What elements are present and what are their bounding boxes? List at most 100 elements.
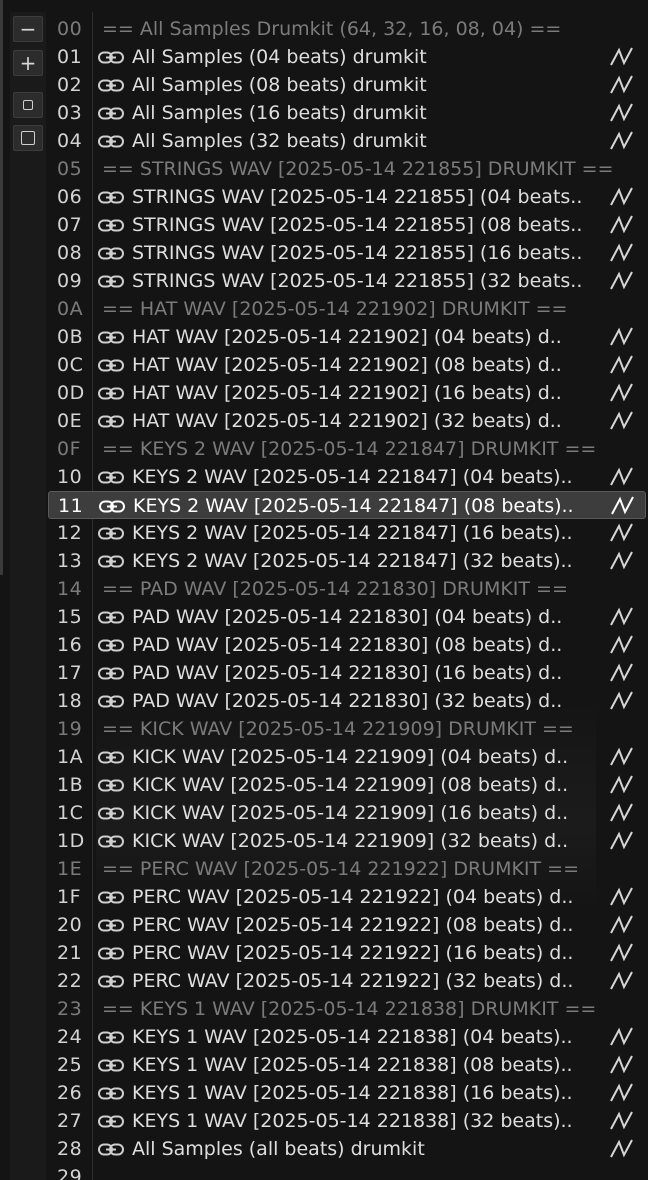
waveform-icon[interactable] bbox=[609, 634, 635, 656]
link-icon bbox=[98, 51, 124, 64]
expand-button[interactable]: + bbox=[13, 50, 43, 76]
waveform-icon[interactable] bbox=[609, 242, 635, 264]
sample-row[interactable]: 21 PERC WAV [2025-05-14 221922] (16 beats… bbox=[48, 939, 646, 967]
row-number: 06 bbox=[57, 186, 83, 208]
sample-row[interactable]: 27 KEYS 1 WAV [2025-05-14 221838] (32 bea… bbox=[48, 1107, 646, 1135]
waveform-icon[interactable] bbox=[609, 914, 635, 936]
group-header-row[interactable]: 14 == PAD WAV [2025-05-14 221830] DRUMKIT… bbox=[48, 575, 646, 603]
sample-row[interactable]: 15 PAD WAV [2025-05-14 221830] (04 beats)… bbox=[48, 603, 646, 631]
group-header-row[interactable]: 19 == KICK WAV [2025-05-14 221909] DRUMKI… bbox=[48, 715, 646, 743]
waveform-icon[interactable] bbox=[609, 354, 635, 376]
row-number: 0F bbox=[57, 438, 82, 460]
waveform-icon[interactable] bbox=[609, 606, 635, 628]
waveform-icon[interactable] bbox=[609, 1054, 635, 1076]
waveform-icon[interactable] bbox=[609, 186, 635, 208]
row-number: 27 bbox=[57, 1110, 83, 1132]
waveform-icon[interactable] bbox=[609, 270, 635, 292]
sample-label: KEYS 2 WAV [2025-05-14 221847] (04 beats… bbox=[132, 466, 573, 488]
group-header-row[interactable]: 0F == KEYS 2 WAV [2025-05-14 221847] DRUM… bbox=[48, 435, 646, 463]
group-header-row[interactable]: 0A == HAT WAV [2025-05-14 221902] DRUMKIT… bbox=[48, 295, 646, 323]
sample-row[interactable]: 25 KEYS 1 WAV [2025-05-14 221838] (08 bea… bbox=[48, 1051, 646, 1079]
sample-row[interactable]: 01 All Samples (04 beats) drumkit bbox=[48, 43, 646, 71]
link-icon bbox=[98, 275, 124, 288]
sample-row[interactable]: 03 All Samples (16 beats) drumkit bbox=[48, 99, 646, 127]
sample-row[interactable]: 26 KEYS 1 WAV [2025-05-14 221838] (16 bea… bbox=[48, 1079, 646, 1107]
sample-row[interactable]: 1F PERC WAV [2025-05-14 221922] (04 beats… bbox=[48, 883, 646, 911]
sample-row[interactable]: 0D HAT WAV [2025-05-14 221902] (16 beats)… bbox=[48, 379, 646, 407]
waveform-icon[interactable] bbox=[609, 886, 635, 908]
large-view-button[interactable] bbox=[13, 125, 43, 151]
waveform-icon[interactable] bbox=[609, 690, 635, 712]
group-header-row[interactable]: 23 == KEYS 1 WAV [2025-05-14 221838] DRUM… bbox=[48, 995, 646, 1023]
waveform-icon[interactable] bbox=[609, 774, 635, 796]
sample-row[interactable]: 1B KICK WAV [2025-05-14 221909] (08 beats… bbox=[48, 771, 646, 799]
sample-row[interactable]: 0C HAT WAV [2025-05-14 221902] (08 beats)… bbox=[48, 351, 646, 379]
link-icon bbox=[98, 107, 124, 120]
group-header-row[interactable]: 00 == All Samples Drumkit (64, 32, 16, 08… bbox=[48, 15, 646, 43]
collapse-button[interactable]: − bbox=[13, 16, 43, 42]
waveform-icon[interactable] bbox=[609, 466, 635, 488]
waveform-icon[interactable] bbox=[609, 662, 635, 684]
waveform-icon[interactable] bbox=[609, 382, 635, 404]
sample-label: STRINGS WAV [2025-05-14 221855] (04 beat… bbox=[132, 186, 583, 208]
waveform-icon[interactable] bbox=[609, 102, 635, 124]
sample-row[interactable]: 17 PAD WAV [2025-05-14 221830] (16 beats)… bbox=[48, 659, 646, 687]
sample-row[interactable]: 0E HAT WAV [2025-05-14 221902] (32 beats)… bbox=[48, 407, 646, 435]
sample-row[interactable]: 20 PERC WAV [2025-05-14 221922] (08 beats… bbox=[48, 911, 646, 939]
link-icon bbox=[99, 500, 125, 513]
sample-row[interactable]: 16 PAD WAV [2025-05-14 221830] (08 beats)… bbox=[48, 631, 646, 659]
sample-row[interactable]: 02 All Samples (08 beats) drumkit bbox=[48, 71, 646, 99]
waveform-icon[interactable] bbox=[609, 130, 635, 152]
group-header-label: == All Samples Drumkit (64, 32, 16, 08, … bbox=[102, 18, 562, 40]
waveform-icon[interactable] bbox=[609, 970, 635, 992]
sample-row[interactable]: 1D KICK WAV [2025-05-14 221909] (32 beats… bbox=[48, 827, 646, 855]
row-number: 1C bbox=[57, 802, 84, 824]
group-header-row[interactable]: 1E == PERC WAV [2025-05-14 221922] DRUMKI… bbox=[48, 855, 646, 883]
link-icon bbox=[98, 471, 124, 484]
waveform-icon[interactable] bbox=[609, 550, 635, 572]
waveform-icon[interactable] bbox=[609, 326, 635, 348]
sample-row[interactable]: 1C KICK WAV [2025-05-14 221909] (16 beats… bbox=[48, 799, 646, 827]
empty-row[interactable]: 29 bbox=[48, 1163, 646, 1180]
sample-label: KICK WAV [2025-05-14 221909] (04 beats) … bbox=[132, 746, 569, 768]
sample-row[interactable]: 07 STRINGS WAV [2025-05-14 221855] (08 be… bbox=[48, 211, 646, 239]
waveform-icon[interactable] bbox=[610, 495, 636, 517]
sample-row[interactable]: 11 KEYS 2 WAV [2025-05-14 221847] (08 bea… bbox=[48, 491, 646, 519]
waveform-icon[interactable] bbox=[609, 410, 635, 432]
waveform-icon[interactable] bbox=[609, 802, 635, 824]
sample-row[interactable]: 1A KICK WAV [2025-05-14 221909] (04 beats… bbox=[48, 743, 646, 771]
waveform-icon[interactable] bbox=[609, 830, 635, 852]
waveform-icon[interactable] bbox=[609, 1138, 635, 1160]
group-header-row[interactable]: 05 == STRINGS WAV [2025-05-14 221855] DRU… bbox=[48, 155, 646, 183]
plus-icon: + bbox=[19, 51, 37, 75]
sample-label: PAD WAV [2025-05-14 221830] (16 beats) d… bbox=[132, 662, 563, 684]
waveform-icon[interactable] bbox=[609, 214, 635, 236]
link-icon bbox=[98, 639, 124, 652]
waveform-icon[interactable] bbox=[609, 522, 635, 544]
sample-row[interactable]: 18 PAD WAV [2025-05-14 221830] (32 beats)… bbox=[48, 687, 646, 715]
sample-row[interactable]: 22 PERC WAV [2025-05-14 221922] (32 beats… bbox=[48, 967, 646, 995]
sample-row[interactable]: 06 STRINGS WAV [2025-05-14 221855] (04 be… bbox=[48, 183, 646, 211]
row-number: 16 bbox=[57, 634, 83, 656]
link-icon bbox=[98, 527, 124, 540]
sample-row[interactable]: 08 STRINGS WAV [2025-05-14 221855] (16 be… bbox=[48, 239, 646, 267]
waveform-icon[interactable] bbox=[609, 746, 635, 768]
sample-row[interactable]: 0B HAT WAV [2025-05-14 221902] (04 beats)… bbox=[48, 323, 646, 351]
sample-label: PERC WAV [2025-05-14 221922] (16 beats) … bbox=[132, 942, 574, 964]
waveform-icon[interactable] bbox=[609, 46, 635, 68]
link-icon bbox=[98, 555, 124, 568]
sample-row[interactable]: 10 KEYS 2 WAV [2025-05-14 221847] (04 bea… bbox=[48, 463, 646, 491]
waveform-icon[interactable] bbox=[609, 1110, 635, 1132]
waveform-icon[interactable] bbox=[609, 1082, 635, 1104]
sample-row[interactable]: 12 KEYS 2 WAV [2025-05-14 221847] (16 bea… bbox=[48, 519, 646, 547]
waveform-icon[interactable] bbox=[609, 1026, 635, 1048]
waveform-icon[interactable] bbox=[609, 942, 635, 964]
waveform-icon[interactable] bbox=[609, 74, 635, 96]
sample-row[interactable]: 24 KEYS 1 WAV [2025-05-14 221838] (04 bea… bbox=[48, 1023, 646, 1051]
sample-row[interactable]: 04 All Samples (32 beats) drumkit bbox=[48, 127, 646, 155]
small-view-button[interactable] bbox=[13, 92, 43, 118]
row-number: 0A bbox=[57, 298, 84, 320]
sample-row[interactable]: 09 STRINGS WAV [2025-05-14 221855] (32 be… bbox=[48, 267, 646, 295]
sample-row[interactable]: 28 All Samples (all beats) drumkit bbox=[48, 1135, 646, 1163]
sample-row[interactable]: 13 KEYS 2 WAV [2025-05-14 221847] (32 bea… bbox=[48, 547, 646, 575]
